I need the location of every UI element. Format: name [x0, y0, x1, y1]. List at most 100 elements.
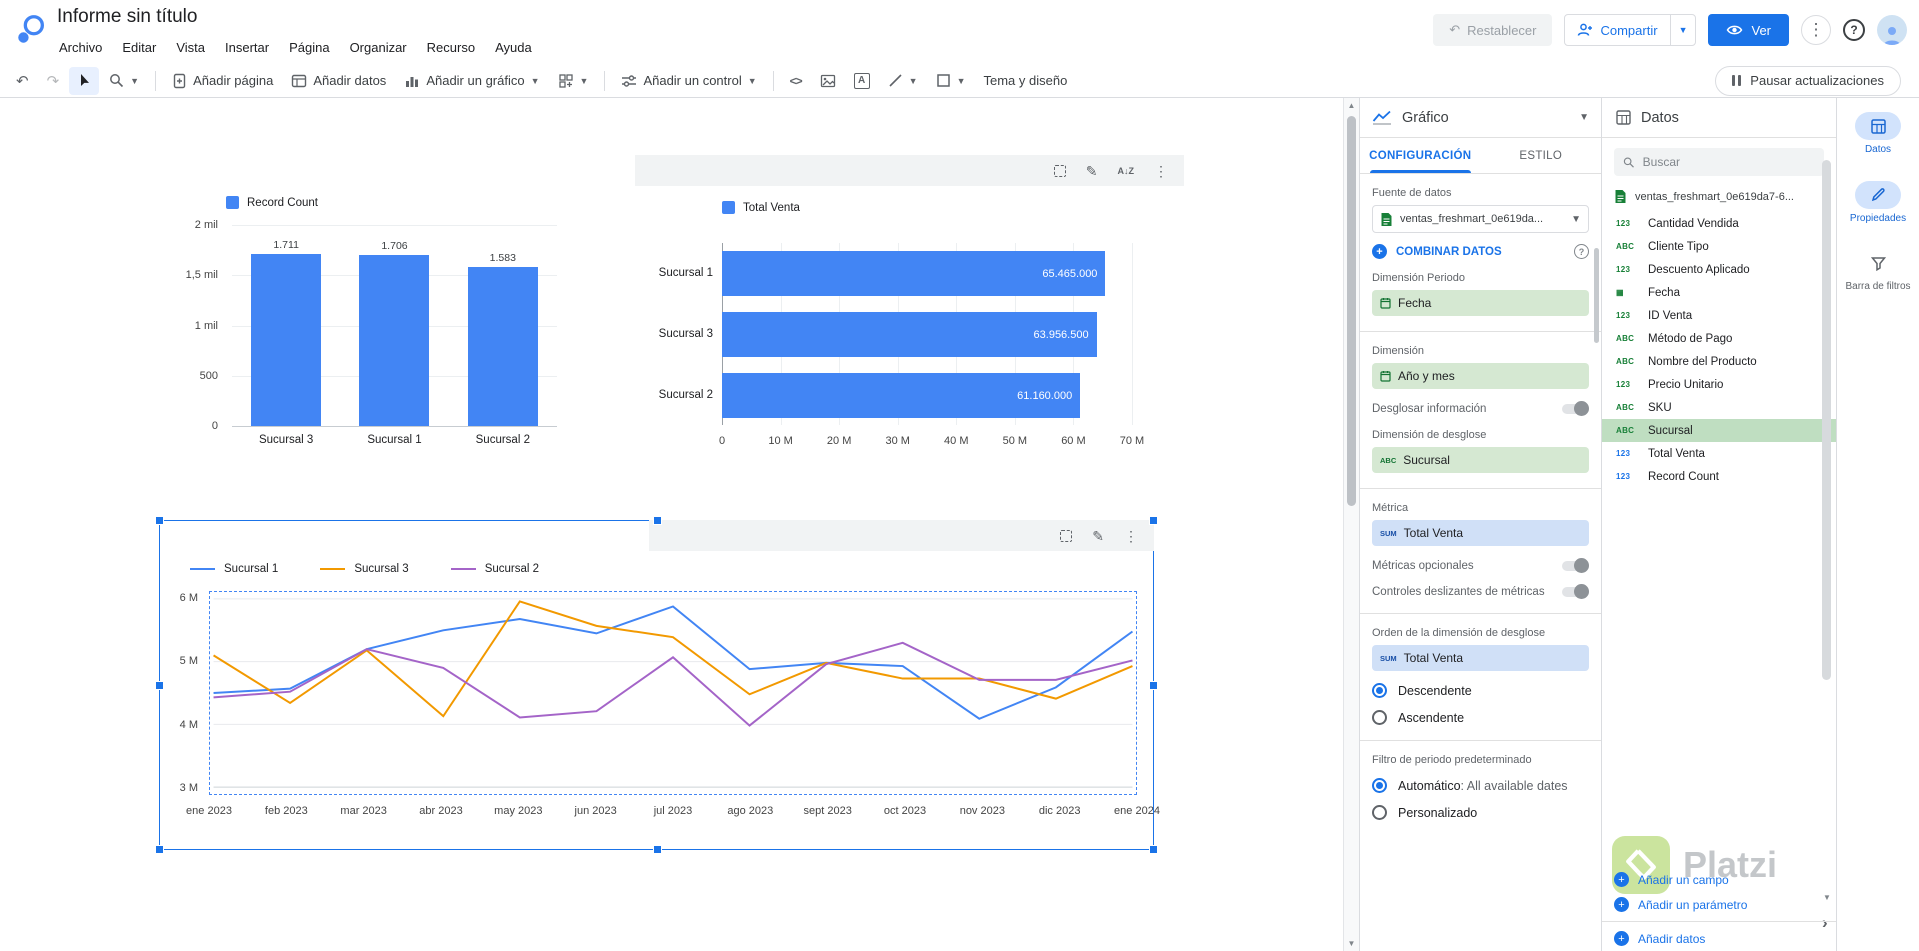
field-item[interactable]: ▦ Fecha [1602, 281, 1836, 304]
blend-data-link[interactable]: + COMBINAR DATOS ? [1372, 244, 1589, 259]
bar[interactable]: 65.465.000 [722, 251, 1106, 296]
redo-button[interactable]: ↷ [39, 67, 68, 95]
rail-item-barra-de-filtros[interactable]: Barra de filtros [1837, 249, 1919, 294]
bar-chart-total-venta[interactable]: ✎ A↓Z ⋮ Total Venta Sucursal 1 Sucursal 3… [635, 155, 1184, 460]
marquee-select-icon[interactable] [1060, 529, 1073, 542]
menu-item[interactable]: Insertar [215, 36, 279, 59]
field-search[interactable] [1614, 148, 1824, 176]
radio-icon[interactable] [1372, 805, 1387, 820]
menu-item[interactable]: Ayuda [485, 36, 542, 59]
line-chart-total-venta-selected[interactable]: ✎ ⋮ Sucursal 1 Sucursal 3 Sucursal 2 6 M… [155, 516, 1160, 854]
date-dimension-chip[interactable]: Fecha [1372, 290, 1589, 316]
metric-chip[interactable]: SUM Total Venta [1372, 520, 1589, 546]
sort-az-icon[interactable]: A↓Z [1118, 166, 1135, 176]
resize-handle-ne[interactable] [1149, 516, 1158, 525]
bar[interactable] [359, 254, 430, 426]
data-panel-scrollbar[interactable]: ▼ [1820, 160, 1834, 920]
resize-handle-n[interactable] [653, 516, 662, 525]
marquee-select-icon[interactable] [1053, 164, 1066, 177]
breakdown-dimension-chip[interactable]: ABC Sucursal [1372, 447, 1589, 473]
bar-chart-record-count[interactable]: Record Count 2 mil 1,5 mil 1 mil 500 0 1.711… [184, 190, 564, 465]
insert-line-button[interactable]: ▼ [880, 67, 926, 95]
pause-updates-button[interactable]: Pausar actualizaciones [1715, 65, 1901, 96]
radio-icon[interactable] [1372, 710, 1387, 725]
field-item[interactable]: 123 Record Count [1602, 465, 1836, 488]
field-item[interactable]: ABC Método de Pago [1602, 327, 1836, 350]
field-item[interactable]: 123 ID Venta [1602, 304, 1836, 327]
menu-item[interactable]: Recurso [417, 36, 485, 59]
community-visualizations-button[interactable]: ▼ [550, 67, 597, 95]
drill-down-toggle[interactable] [1562, 401, 1589, 416]
insert-image-button[interactable] [812, 67, 844, 95]
tab-estilo[interactable]: ESTILO [1481, 138, 1602, 173]
help-icon[interactable]: ? [1574, 244, 1589, 259]
scrollbar-thumb[interactable] [1347, 116, 1356, 506]
share-dropdown[interactable]: ▼ [1669, 15, 1696, 45]
canvas-scrollbar[interactable]: ▲ ▼ [1343, 98, 1359, 951]
add-parameter-link[interactable]: + Añadir un parámetro [1602, 892, 1836, 917]
add-field-link[interactable]: + Añadir un campo [1602, 867, 1836, 892]
menu-item[interactable]: Editar [112, 36, 166, 59]
field-item[interactable]: ABC Cliente Tipo [1602, 235, 1836, 258]
radio-selected-icon[interactable] [1372, 683, 1387, 698]
radio-selected-icon[interactable] [1372, 778, 1387, 793]
zoom-tool-button[interactable]: ▼ [101, 67, 147, 95]
add-page-button[interactable]: Añadir página [164, 67, 281, 95]
embed-url-button[interactable]: <> [782, 67, 810, 95]
field-item[interactable]: 123 Precio Unitario [1602, 373, 1836, 396]
bar[interactable]: 63.956.500 [722, 312, 1097, 357]
select-tool-button[interactable] [69, 66, 100, 95]
avatar[interactable] [1877, 15, 1907, 45]
more-vert-icon[interactable]: ⋮ [1124, 529, 1138, 543]
edit-pencil-icon[interactable]: ✎ [1086, 164, 1098, 178]
field-item[interactable]: 123 Cantidad Vendida [1602, 212, 1836, 235]
date-filter-auto-option[interactable]: Automático: All available dates [1372, 778, 1589, 793]
panel-scrollbar-thumb[interactable] [1594, 248, 1599, 343]
field-item[interactable]: ABC Nombre del Producto [1602, 350, 1836, 373]
chevron-down-icon[interactable]: ▼ [1571, 214, 1581, 225]
date-filter-custom-option[interactable]: Personalizado [1372, 805, 1589, 820]
sort-ascending-option[interactable]: Ascendente [1372, 710, 1589, 725]
resize-handle-s[interactable] [653, 845, 662, 854]
field-item[interactable]: 123 Total Venta [1602, 442, 1836, 465]
chevron-down-icon[interactable]: ▼ [1579, 112, 1589, 123]
add-chart-button[interactable]: Añadir un gráfico ▼ [396, 67, 547, 95]
data-source-chip[interactable]: ventas_freshmart_0e619da... ▼ [1372, 205, 1589, 233]
resize-handle-nw[interactable] [155, 516, 164, 525]
bar[interactable] [251, 254, 322, 426]
rail-item-propiedades[interactable]: Propiedades [1837, 180, 1919, 226]
search-input[interactable] [1642, 155, 1815, 169]
field-item[interactable]: ABC SKU [1602, 396, 1836, 419]
theme-layout-button[interactable]: Tema y diseño [976, 67, 1076, 95]
menu-item[interactable]: Página [279, 36, 339, 59]
resize-handle-e[interactable] [1149, 681, 1158, 690]
menu-item[interactable]: Vista [166, 36, 215, 59]
reset-button[interactable]: ↶ Restablecer [1433, 14, 1553, 46]
view-button[interactable]: Ver [1708, 14, 1789, 46]
report-canvas[interactable]: Record Count 2 mil 1,5 mil 1 mil 500 0 1.711… [0, 98, 1343, 951]
bar[interactable]: 61.160.000 [722, 373, 1081, 418]
undo-button[interactable]: ↶ [8, 67, 37, 95]
dimension-chip[interactable]: Año y mes [1372, 363, 1589, 389]
scroll-up-arrow[interactable]: ▲ [1344, 101, 1359, 110]
more-options-button[interactable]: ⋮ [1801, 15, 1831, 45]
insert-text-button[interactable]: A [846, 67, 878, 95]
scrollbar-thumb[interactable] [1822, 160, 1831, 680]
line-series-sucursal-1[interactable] [213, 605, 1134, 720]
data-source-row[interactable]: ventas_freshmart_0e619da7-6... [1602, 184, 1836, 212]
menu-item[interactable]: Archivo [49, 36, 112, 59]
add-data-button[interactable]: Añadir datos [283, 67, 394, 95]
panel-header[interactable]: Gráfico ▼ [1360, 98, 1601, 138]
metric-sliders-toggle[interactable] [1562, 584, 1589, 599]
edit-pencil-icon[interactable]: ✎ [1092, 529, 1104, 543]
report-title[interactable]: Informe sin título [57, 6, 197, 28]
optional-metrics-toggle[interactable] [1562, 558, 1589, 573]
help-button[interactable]: ? [1843, 19, 1865, 41]
add-data-link[interactable]: + Añadir datos [1602, 926, 1836, 951]
rail-item-datos[interactable]: Datos [1837, 112, 1919, 157]
sort-descending-option[interactable]: Descendente [1372, 683, 1589, 698]
add-control-button[interactable]: Añadir un control ▼ [613, 67, 764, 95]
scroll-down-arrow[interactable]: ▼ [1344, 939, 1359, 948]
field-item[interactable]: 123 Descuento Aplicado [1602, 258, 1836, 281]
sort-metric-chip[interactable]: SUM Total Venta [1372, 645, 1589, 671]
